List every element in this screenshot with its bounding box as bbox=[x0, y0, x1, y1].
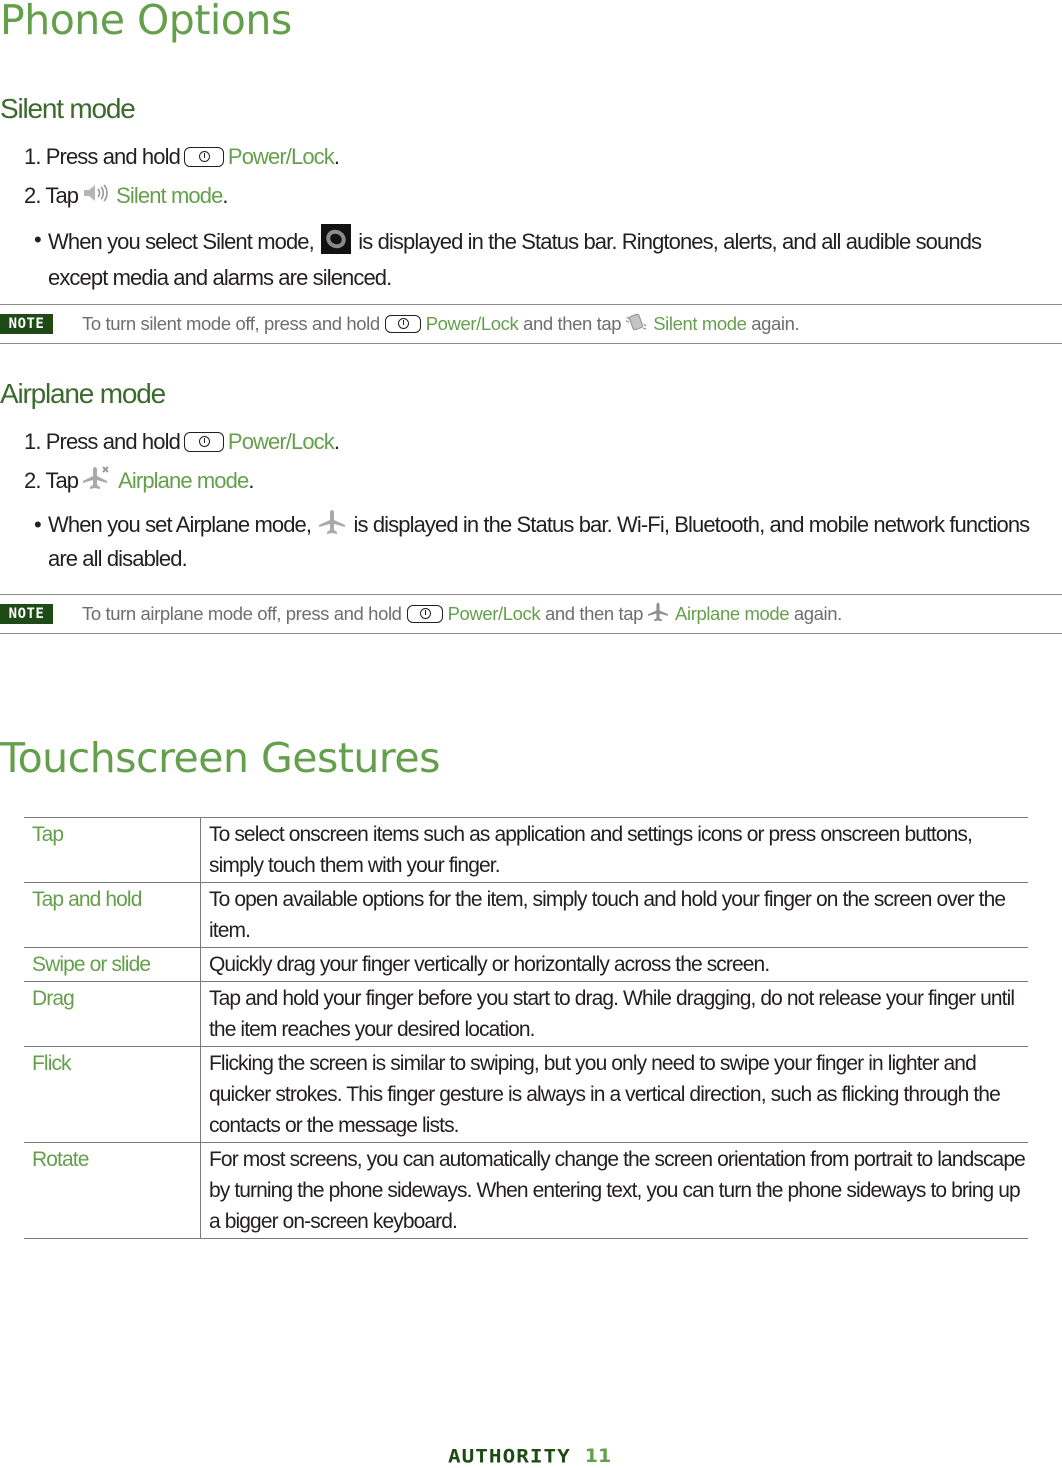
note-part: To turn silent mode off, press and hold bbox=[82, 313, 380, 334]
gesture-term: Drag bbox=[24, 981, 201, 1047]
vibrate-icon bbox=[625, 312, 647, 337]
airplane-mode-link: Airplane mode bbox=[675, 603, 790, 624]
brand-logo: AUTHORITY bbox=[448, 1445, 571, 1467]
note-part: To turn airplane mode off, press and hol… bbox=[82, 603, 402, 624]
punct: . bbox=[248, 468, 254, 493]
gesture-term: Rotate bbox=[24, 1142, 201, 1239]
note-part: again. bbox=[793, 603, 842, 624]
airplane-mode-heading: Airplane mode bbox=[0, 378, 166, 409]
note-text: To turn airplane mode off, press and hol… bbox=[82, 602, 842, 627]
bullet-text-wrap: When you select Silent mode, is displaye… bbox=[48, 224, 1044, 293]
punct: . bbox=[222, 183, 228, 208]
power-lock-link: Power/Lock bbox=[425, 313, 519, 334]
gesture-description: Flicking the screen is similar to swipin… bbox=[200, 1046, 1028, 1143]
page-footer: AUTHORITY 11 bbox=[448, 1444, 611, 1468]
silent-mode-heading: Silent mode bbox=[0, 93, 136, 124]
punct: . bbox=[333, 429, 340, 454]
gestures-table: Tap To select onscreen items such as appl… bbox=[24, 817, 1028, 1239]
note-text: To turn silent mode off, press and hold … bbox=[82, 312, 800, 337]
silent-step-2: 2. Tap Silent mode. bbox=[24, 181, 229, 211]
gesture-description: To open available options for the item, … bbox=[200, 882, 1028, 948]
gesture-term: Swipe or slide bbox=[24, 947, 201, 982]
silent-mode-bullet: • When you select Silent mode, is displa… bbox=[34, 224, 1044, 293]
airplane-icon bbox=[318, 509, 346, 543]
gestures-table-body: Tap To select onscreen items such as appl… bbox=[24, 817, 1028, 1239]
step-text: 2. Tap bbox=[24, 468, 79, 493]
gesture-row: Flick Flicking the screen is similar to s… bbox=[24, 1046, 1028, 1143]
gesture-term: Flick bbox=[24, 1046, 201, 1143]
gesture-row: Tap and hold To open available options fo… bbox=[24, 882, 1028, 948]
bullet-text: When you set Airplane mode, bbox=[48, 512, 312, 537]
gesture-term: Tap and hold bbox=[24, 882, 201, 948]
gesture-row: Swipe or slide Quickly drag your finger v… bbox=[24, 947, 1028, 982]
speaker-icon bbox=[82, 183, 110, 209]
airplane-step-1: 1. Press and hold Power/Lock. bbox=[24, 427, 340, 457]
bullet-dot: • bbox=[34, 227, 42, 252]
power-key-icon bbox=[406, 605, 443, 623]
gesture-term: Tap bbox=[24, 817, 201, 883]
silent-mode-note: NOTE To turn silent mode off, press and … bbox=[0, 304, 1062, 344]
step-text: 1. Press and hold bbox=[24, 429, 181, 454]
gesture-description: Tap and hold your finger before you star… bbox=[200, 981, 1028, 1047]
bullet-dot: • bbox=[34, 512, 42, 537]
power-lock-link: Power/Lock bbox=[447, 603, 541, 624]
bullet-text-wrap: When you set Airplane mode, is displayed… bbox=[48, 509, 1044, 574]
power-lock-link: Power/Lock bbox=[227, 144, 335, 169]
note-part: again. bbox=[751, 313, 800, 334]
note-badge: NOTE bbox=[0, 604, 53, 624]
airplane-step-2: 2. Tap Airplane mode. bbox=[24, 466, 254, 496]
power-lock-link: Power/Lock bbox=[227, 429, 335, 454]
airplane-mode-bullet: • When you set Airplane mode, is display… bbox=[34, 509, 1044, 574]
vibrate-status-icon bbox=[321, 224, 352, 262]
gesture-row: Drag Tap and hold your finger before you … bbox=[24, 981, 1028, 1047]
note-badge: NOTE bbox=[0, 314, 53, 334]
airplane-mode-note: NOTE To turn airplane mode off, press an… bbox=[0, 594, 1062, 634]
note-part: and then tap bbox=[544, 603, 644, 624]
power-key-icon bbox=[183, 432, 224, 452]
silent-step-1: 1. Press and hold Power/Lock. bbox=[24, 142, 340, 172]
page-title: Phone Options bbox=[0, 0, 292, 44]
silent-mode-link: Silent mode bbox=[116, 183, 223, 208]
silent-mode-link: Silent mode bbox=[653, 313, 747, 334]
airplane-mode-link: Airplane mode bbox=[118, 468, 249, 493]
gestures-heading: Touchscreen Gestures bbox=[0, 734, 440, 782]
punct: . bbox=[333, 144, 340, 169]
bullet-text: When you select Silent mode, bbox=[48, 228, 315, 254]
note-part: and then tap bbox=[523, 313, 622, 334]
power-key-icon bbox=[384, 315, 421, 333]
step-text: 1. Press and hold bbox=[24, 144, 181, 169]
gesture-description: Quickly drag your finger vertically or h… bbox=[200, 947, 1028, 982]
gesture-description: For most screens, you can automatically … bbox=[200, 1142, 1028, 1239]
airplane-icon bbox=[647, 602, 669, 627]
power-key-icon bbox=[183, 147, 224, 167]
step-text: 2. Tap bbox=[24, 183, 79, 208]
airplane-off-icon bbox=[82, 465, 112, 497]
page-number: 11 bbox=[584, 1445, 612, 1467]
gesture-row: Tap To select onscreen items such as appl… bbox=[24, 817, 1028, 883]
gesture-row: Rotate For most screens, you can automati… bbox=[24, 1142, 1028, 1239]
gesture-description: To select onscreen items such as applica… bbox=[200, 817, 1028, 883]
